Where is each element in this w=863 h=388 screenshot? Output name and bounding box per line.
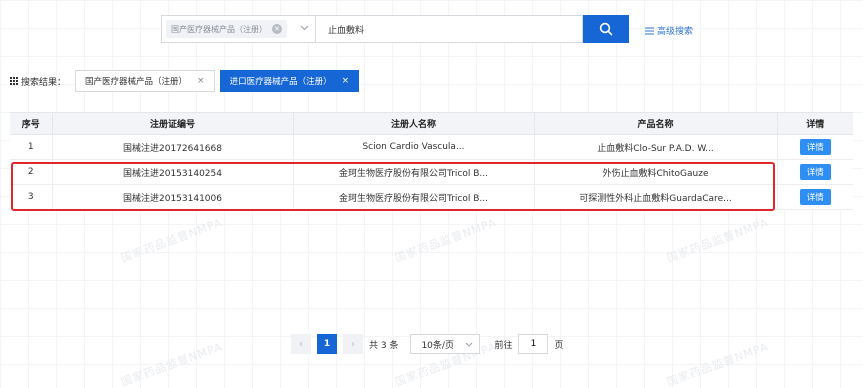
page-number-current[interactable]: 1 bbox=[317, 334, 337, 354]
page-unit-label: 页 bbox=[554, 340, 564, 351]
cell-cert: 国械注进20153141006 bbox=[51, 184, 293, 210]
header-no: 序号 bbox=[10, 112, 52, 135]
chip-label: 国产医疗器械产品（注册） bbox=[85, 77, 188, 87]
table-row: 2 国械注进20153140254 金珂生物医疗股份有限公司Tricol B..… bbox=[10, 159, 853, 185]
scope-select[interactable]: 国产医疗器械产品（注册） ✕ bbox=[161, 15, 315, 43]
cell-detail: 详情 bbox=[776, 134, 853, 160]
cell-no: 3 bbox=[10, 184, 52, 210]
cell-cert: 国械注进20153140254 bbox=[51, 159, 293, 185]
cell-product: 外伤止血敷料ChitoGauze bbox=[533, 159, 777, 185]
cell-registrant: 金珂生物医疗股份有限公司Tricol B... bbox=[292, 159, 534, 185]
header-cert: 注册证编号 bbox=[51, 112, 293, 135]
header-detail: 详情 bbox=[776, 112, 853, 135]
page-size-select[interactable]: 10条/页 bbox=[410, 334, 481, 354]
chip-domestic[interactable]: 国产医疗器械产品（注册） × bbox=[75, 70, 215, 92]
result-filter-row: 搜索结果： 国产医疗器械产品（注册） × 进口医疗器械产品（注册） × bbox=[10, 70, 364, 92]
cell-detail: 详情 bbox=[776, 159, 853, 185]
pagination: ‹ 1 › 共 3 条 10条/页 前往 页 bbox=[291, 333, 563, 355]
result-label-text: 搜索结果： bbox=[21, 77, 67, 88]
chip-label: 进口医疗器械产品（注册） bbox=[229, 77, 332, 87]
close-icon[interactable]: × bbox=[342, 76, 350, 86]
search-button[interactable] bbox=[583, 15, 629, 43]
cell-no: 1 bbox=[10, 134, 52, 160]
filter-icon bbox=[645, 27, 654, 34]
table-row: 3 国械注进20153141006 金珂生物医疗股份有限公司Tricol B..… bbox=[10, 184, 853, 210]
table-row: 1 国械注进20172641668 Scion Cardio Vascula..… bbox=[10, 134, 853, 160]
total-count: 共 3 条 bbox=[369, 340, 399, 351]
chip-imported[interactable]: 进口医疗器械产品（注册） × bbox=[219, 70, 360, 92]
search-input[interactable] bbox=[315, 15, 583, 43]
advanced-search-link[interactable]: 高级搜索 bbox=[645, 24, 693, 37]
cell-registrant: 金珂生物医疗股份有限公司Tricol B... bbox=[292, 184, 534, 210]
cell-product: 止血敷料Clo-Sur P.A.D. W... bbox=[533, 134, 777, 160]
advanced-search-label: 高级搜索 bbox=[657, 27, 694, 37]
table-header-row: 序号 注册证编号 注册人名称 产品名称 详情 bbox=[10, 112, 853, 135]
result-label: 搜索结果： bbox=[10, 75, 66, 88]
clear-icon[interactable]: ✕ bbox=[272, 24, 282, 34]
cell-cert: 国械注进20172641668 bbox=[51, 134, 293, 160]
cell-registrant: Scion Cardio Vascula... bbox=[292, 134, 534, 160]
detail-button[interactable]: 详情 bbox=[799, 189, 831, 205]
prev-page-button[interactable]: ‹ bbox=[291, 334, 311, 354]
scope-tag-label: 国产医疗器械产品（注册） bbox=[171, 24, 267, 34]
close-icon[interactable]: × bbox=[197, 76, 205, 86]
goto-page-input[interactable] bbox=[518, 334, 549, 354]
search-icon bbox=[599, 22, 613, 36]
cell-no: 2 bbox=[10, 159, 52, 185]
chevron-down-icon bbox=[465, 340, 473, 349]
results-table: 序号 注册证编号 注册人名称 产品名称 详情 1 国械注进20172641668… bbox=[10, 112, 853, 210]
grid-icon bbox=[10, 77, 18, 85]
next-page-button[interactable]: › bbox=[343, 334, 363, 354]
detail-button[interactable]: 详情 bbox=[799, 164, 831, 180]
search-bar: 国产医疗器械产品（注册） ✕ bbox=[161, 15, 629, 43]
goto-label: 前往 bbox=[494, 340, 513, 351]
cell-detail: 详情 bbox=[776, 184, 853, 210]
header-product: 产品名称 bbox=[533, 112, 777, 135]
detail-button[interactable]: 详情 bbox=[799, 139, 831, 155]
scope-tag: 国产医疗器械产品（注册） ✕ bbox=[166, 20, 287, 38]
page-size-label: 10条/页 bbox=[421, 340, 454, 351]
cell-product: 可探测性外科止血敷料GuardaCare... bbox=[533, 184, 777, 210]
chevron-down-icon[interactable] bbox=[300, 24, 309, 34]
header-registrant: 注册人名称 bbox=[292, 112, 534, 135]
